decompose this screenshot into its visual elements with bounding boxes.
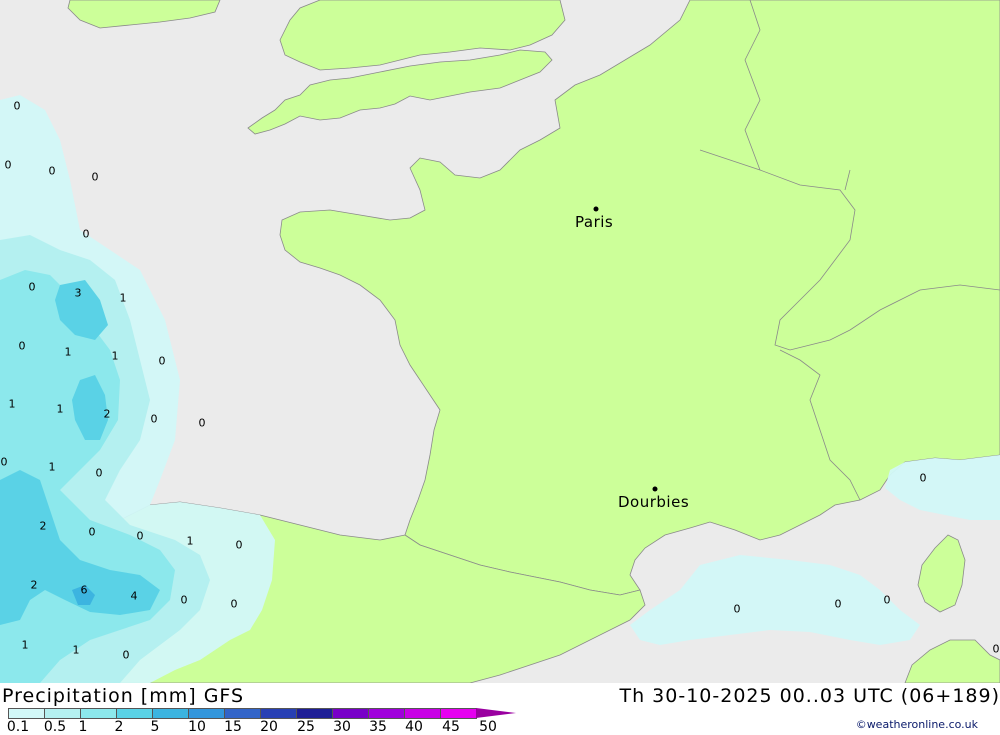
precip-value: 0: [992, 642, 1000, 656]
precip-value: 0: [136, 529, 144, 543]
precip-value: 0: [28, 280, 36, 294]
scale-swatch-10: [332, 708, 369, 719]
precip-value: 0: [235, 538, 243, 552]
precip-value: 0: [4, 158, 12, 172]
weather-map: Paris Dourbies 0 0 0 0 0 0 3 1 0 1 1 0 1…: [0, 0, 1000, 683]
precip-value: 0: [88, 525, 96, 539]
scale-swatch-12: [404, 708, 441, 719]
precip-value: 1: [8, 397, 16, 411]
precip-value: 0: [48, 164, 56, 178]
precip-value: 0: [91, 170, 99, 184]
scale-swatch-7: [224, 708, 261, 719]
precip-value: 0: [13, 99, 21, 113]
precip-value: 0: [95, 466, 103, 480]
scale-swatch-9: [296, 708, 333, 719]
scale-swatch-2: [44, 708, 81, 719]
precip-value: 0: [82, 227, 90, 241]
precip-value: 1: [48, 460, 56, 474]
precip-value: 0: [230, 597, 238, 611]
precip-value: 1: [72, 643, 80, 657]
color-scale: [8, 708, 516, 719]
run-datetime: Th 30-10-2025 00..03 UTC (06+189): [619, 685, 1000, 707]
scale-swatch-4: [116, 708, 153, 719]
precip-value: 0: [919, 471, 927, 485]
precip-value: 0: [733, 602, 741, 616]
legend-title: Precipitation [mm] GFS: [2, 685, 244, 707]
legend-bar: Precipitation [mm] GFS Th 30-10-2025 00.…: [0, 683, 1000, 735]
precip-value: 3: [74, 286, 82, 300]
precip-value: 0: [198, 416, 206, 430]
precip-value: 6: [80, 583, 88, 597]
precip-value: 0: [834, 597, 842, 611]
scale-swatch-8: [260, 708, 297, 719]
scale-swatch-3: [80, 708, 117, 719]
precip-value: 1: [56, 402, 64, 416]
precip-value: 4: [130, 589, 138, 603]
precip-value: 1: [119, 291, 127, 305]
precip-value: 1: [186, 534, 194, 548]
precip-value: 0: [0, 455, 8, 469]
scale-arrow: [476, 708, 516, 718]
legend-title-text: Precipitation [mm]: [2, 685, 197, 707]
precip-value: 2: [39, 519, 47, 533]
precip-value: 2: [30, 578, 38, 592]
precip-value: 0: [18, 339, 26, 353]
credit-link[interactable]: ©weatheronline.co.uk: [856, 718, 978, 731]
city-label-dourbies: Dourbies: [618, 493, 690, 511]
precip-value: 1: [111, 349, 119, 363]
scale-swatch-11: [368, 708, 405, 719]
precip-value: 0: [180, 593, 188, 607]
scale-swatch-6: [188, 708, 225, 719]
precip-value: 0: [158, 354, 166, 368]
city-label-paris: Paris: [575, 213, 614, 231]
dourbies-dot: [652, 486, 658, 492]
precip-value: 1: [21, 638, 29, 652]
model-name: GFS: [203, 685, 245, 707]
scale-swatch-1: [8, 708, 45, 719]
scale-swatch-13: [440, 708, 477, 719]
paris-dot: [593, 206, 599, 212]
precip-value: 0: [122, 648, 130, 662]
map-canvas: [0, 0, 1000, 683]
precip-value: 0: [150, 412, 158, 426]
precip-value: 0: [883, 593, 891, 607]
precip-value: 2: [103, 407, 111, 421]
scale-swatch-5: [152, 708, 189, 719]
precip-value: 1: [64, 345, 72, 359]
